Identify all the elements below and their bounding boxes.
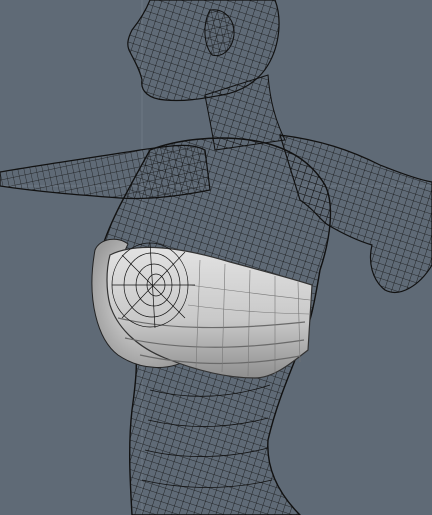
viewport-scene[interactable]	[0, 0, 432, 515]
3d-viewport[interactable]	[0, 0, 432, 515]
